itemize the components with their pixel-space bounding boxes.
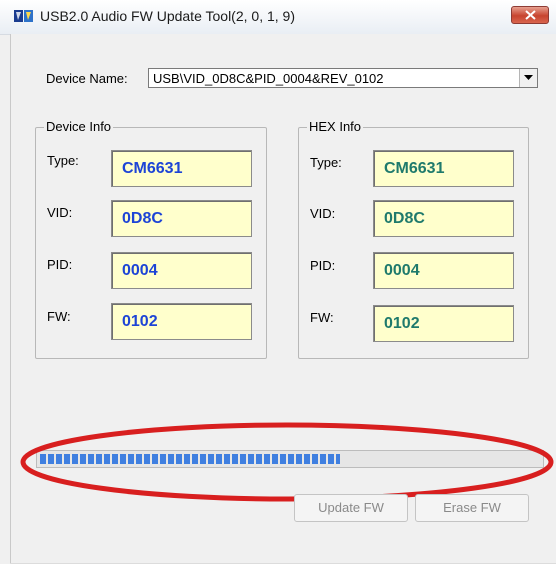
window-title: USB2.0 Audio FW Update Tool(2, 0, 1, 9) xyxy=(40,8,295,24)
device-pid-label: PID: xyxy=(47,257,73,272)
update-fw-button[interactable]: Update FW xyxy=(294,494,408,522)
device-fw-label: FW: xyxy=(47,309,71,324)
progress-fill xyxy=(40,454,340,464)
device-vid-value: 0D8C xyxy=(122,210,163,227)
hex-fw-value: 0102 xyxy=(384,315,420,332)
chevron-down-icon xyxy=(524,75,533,80)
hex-vid-value: 0D8C xyxy=(384,210,425,227)
app-logo-icon xyxy=(14,8,34,24)
hex-vid-field: 0D8C xyxy=(373,200,514,237)
close-button[interactable] xyxy=(511,6,549,24)
hex-info-title: HEX Info xyxy=(307,119,364,134)
hex-fw-label: FW: xyxy=(310,310,334,325)
hex-pid-label: PID: xyxy=(310,258,336,273)
device-name-dropdown[interactable]: USB\VID_0D8C&PID_0004&REV_0102 xyxy=(148,68,538,88)
device-type-field: CM6631 xyxy=(111,150,252,187)
device-pid-field: 0004 xyxy=(111,252,252,289)
device-pid-value: 0004 xyxy=(122,262,158,279)
device-type-value: CM6631 xyxy=(122,160,183,177)
device-vid-label: VID: xyxy=(47,205,73,220)
device-name-value: USB\VID_0D8C&PID_0004&REV_0102 xyxy=(153,71,384,86)
title-bar: USB2.0 Audio FW Update Tool(2, 0, 1, 9) xyxy=(0,0,556,35)
hex-type-value: CM6631 xyxy=(384,160,445,177)
device-fw-value: 0102 xyxy=(122,313,158,330)
hex-pid-field: 0004 xyxy=(373,252,514,289)
close-icon xyxy=(525,10,536,20)
dropdown-button[interactable] xyxy=(519,69,537,87)
hex-vid-label: VID: xyxy=(310,206,336,221)
erase-fw-button[interactable]: Erase FW xyxy=(415,494,529,522)
progress-bar xyxy=(36,450,544,468)
device-name-label: Device Name: xyxy=(46,71,128,86)
hex-type-label: Type: xyxy=(310,155,342,170)
device-fw-field: 0102 xyxy=(111,303,252,340)
device-vid-field: 0D8C xyxy=(111,200,252,237)
device-type-label: Type: xyxy=(47,153,79,168)
app-window: USB2.0 Audio FW Update Tool(2, 0, 1, 9) … xyxy=(0,0,556,564)
hex-type-field: CM6631 xyxy=(373,150,514,187)
hex-fw-field: 0102 xyxy=(373,305,514,342)
hex-pid-value: 0004 xyxy=(384,262,420,279)
device-info-title: Device Info xyxy=(44,119,114,134)
